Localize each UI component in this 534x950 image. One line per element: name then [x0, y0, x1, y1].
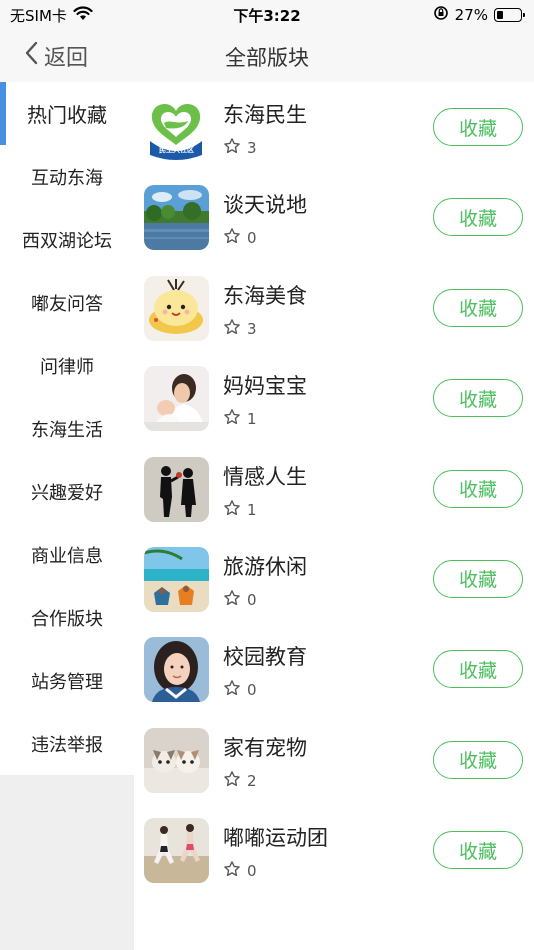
favorite-count: 3 [223, 137, 257, 159]
favorite-button[interactable]: 收藏 [433, 559, 523, 598]
favorite-button[interactable]: 收藏 [433, 198, 523, 237]
category-list: 热门收藏 互动东海 西双湖论坛 嘟友问答 问律师 东海生活 兴趣爱好 商业信息 合作版块 站务管理… [0, 82, 134, 775]
favorite-button[interactable]: 收藏 [433, 740, 523, 779]
forum-thumbnail[interactable] [144, 456, 209, 522]
sidebar-item[interactable]: 合作版块 [0, 586, 134, 649]
sidebar-item[interactable]: 兴趣爱好 [0, 460, 134, 523]
forum-thumbnail[interactable] [144, 637, 209, 703]
favorite-count: 1 [223, 408, 257, 430]
forum-thumbnail[interactable]: 民生大社区 [144, 95, 209, 160]
favorite-count-value: 1 [247, 500, 257, 519]
forum-name[interactable]: 情感人生 [223, 461, 307, 491]
forum-name[interactable]: 嘟嘟运动团 [223, 822, 328, 852]
favorite-count-value: 0 [247, 229, 257, 248]
forum-row[interactable]: 情感人生 1 收藏 [134, 444, 534, 534]
star-outline-icon [223, 589, 241, 611]
forum-row[interactable]: 谈天说地 0 收藏 [134, 172, 534, 262]
forum-name[interactable]: 东海美食 [223, 280, 307, 310]
forum-row[interactable]: 东海美食 3 收藏 [134, 263, 534, 353]
thumb-logo-text: 民生大社区 [159, 145, 194, 154]
favorite-count-value: 3 [247, 139, 257, 157]
sidebar-item[interactable]: 嘟友问答 [0, 271, 134, 334]
favorite-count-value: 0 [247, 590, 257, 609]
forum-name[interactable]: 谈天说地 [223, 189, 307, 219]
forum-row[interactable]: 旅游休闲 0 收藏 [134, 534, 534, 624]
forum-name[interactable]: 妈妈宝宝 [223, 370, 307, 400]
favorite-count: 2 [223, 770, 257, 792]
favorite-button[interactable]: 收藏 [433, 108, 523, 146]
forum-row[interactable]: 嘟嘟运动团 0 收藏 [134, 805, 534, 895]
forum-name[interactable]: 旅游休闲 [223, 551, 307, 581]
favorite-count: 1 [223, 499, 257, 521]
forum-list: 民生大社区 东海民生 3 收藏 谈天说地 0 收藏 东海美食 3 收藏 妈妈宝宝… [134, 82, 534, 950]
category-sidebar: 热门收藏 互动东海 西双湖论坛 嘟友问答 问律师 东海生活 兴趣爱好 商业信息 合作版块 站务管理… [0, 82, 134, 950]
favorite-count-value: 0 [247, 862, 257, 881]
favorite-count: 0 [223, 227, 257, 249]
sidebar-item[interactable]: 西双湖论坛 [0, 208, 134, 271]
favorite-count: 3 [223, 318, 257, 340]
status-bar: 无SIM卡 下午3:22 27% [0, 0, 534, 30]
battery-percent: 27% [454, 6, 488, 24]
star-outline-icon [223, 227, 241, 249]
sidebar-item[interactable]: 违法举报 [0, 712, 134, 775]
sidebar-item[interactable]: 站务管理 [0, 649, 134, 712]
battery-icon [494, 8, 525, 22]
favorite-button[interactable]: 收藏 [433, 288, 523, 327]
forum-name[interactable]: 东海民生 [223, 99, 307, 129]
forum-thumbnail[interactable] [144, 546, 209, 612]
forum-name[interactable]: 校园教育 [223, 641, 307, 671]
forum-row[interactable]: 妈妈宝宝 1 收藏 [134, 353, 534, 443]
sidebar-item[interactable]: 东海生活 [0, 397, 134, 460]
favorite-count-value: 2 [247, 771, 257, 790]
favorite-count-value: 0 [247, 681, 257, 700]
star-outline-icon [223, 679, 241, 701]
navigation-bar: 返回 全部版块 [0, 30, 534, 82]
star-outline-icon [223, 770, 241, 792]
sidebar-item[interactable]: 商业信息 [0, 523, 134, 586]
favorite-count: 0 [223, 589, 257, 611]
favorite-count: 0 [223, 679, 257, 701]
forum-thumbnail[interactable] [144, 727, 209, 793]
star-outline-icon [223, 499, 241, 521]
forum-row[interactable]: 家有宠物 2 收藏 [134, 715, 534, 805]
forum-row[interactable]: 校园教育 0 收藏 [134, 624, 534, 714]
star-outline-icon [223, 408, 241, 430]
favorite-button[interactable]: 收藏 [433, 379, 523, 418]
forum-name[interactable]: 家有宠物 [223, 732, 307, 762]
forum-thumbnail[interactable] [144, 275, 209, 341]
forum-thumbnail[interactable] [144, 366, 209, 432]
star-outline-icon [223, 318, 241, 340]
forum-thumbnail[interactable] [144, 818, 209, 884]
sidebar-item[interactable]: 热门收藏 [0, 82, 134, 145]
favorite-button[interactable]: 收藏 [433, 650, 523, 689]
sidebar-item[interactable]: 问律师 [0, 334, 134, 397]
favorite-count-value: 3 [247, 319, 257, 338]
forum-thumbnail[interactable] [144, 185, 209, 251]
rotation-lock-icon [433, 5, 449, 25]
forum-row[interactable]: 民生大社区 东海民生 3 收藏 [134, 82, 534, 172]
favorite-count-value: 1 [247, 410, 257, 429]
favorite-button[interactable]: 收藏 [433, 831, 523, 870]
page-title: 全部版块 [225, 46, 309, 70]
favorite-button[interactable]: 收藏 [433, 469, 523, 508]
star-outline-icon [223, 860, 241, 882]
sidebar-item[interactable]: 互动东海 [0, 145, 134, 208]
favorite-count: 0 [223, 860, 257, 882]
star-outline-icon [223, 137, 241, 159]
